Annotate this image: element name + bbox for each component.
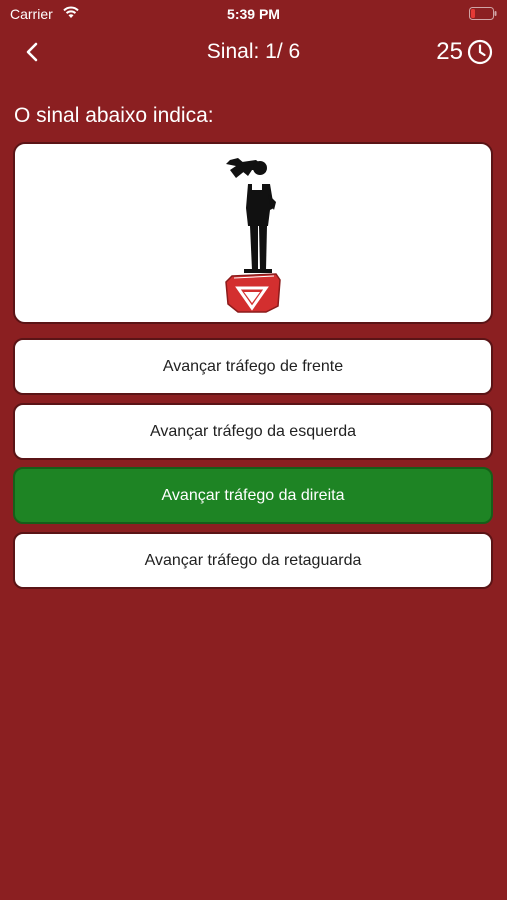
page-title: Sinal: 1/ 6 <box>206 40 301 63</box>
status-bar: Carrier 5:39 PM <box>0 0 507 28</box>
answer-option[interactable]: Avançar tráfego da retaguarda <box>13 532 493 589</box>
answer-option[interactable]: Avançar tráfego da esquerda <box>13 403 493 460</box>
traffic-officer-image <box>225 158 281 313</box>
answer-option-label: Avançar tráfego de frente <box>162 357 344 375</box>
timer: 25 <box>436 38 493 66</box>
answer-option-correct[interactable]: Avançar tráfego da direita <box>13 467 493 524</box>
battery-icon <box>469 7 497 20</box>
status-time: 5:39 PM <box>227 6 280 22</box>
answer-option-label: Avançar tráfego da retaguarda <box>144 551 362 569</box>
answer-option-label: Avançar tráfego da esquerda <box>149 422 357 440</box>
question-label: O sinal abaixo indica: <box>14 104 214 127</box>
timer-value: 25 <box>436 38 463 65</box>
nav-bar: Sinal: 1/ 6 25 <box>0 32 507 74</box>
answer-option[interactable]: Avançar tráfego de frente <box>13 338 493 395</box>
clock-icon <box>467 39 493 65</box>
answer-option-label: Avançar tráfego da direita <box>161 486 345 504</box>
sign-card <box>13 142 493 324</box>
